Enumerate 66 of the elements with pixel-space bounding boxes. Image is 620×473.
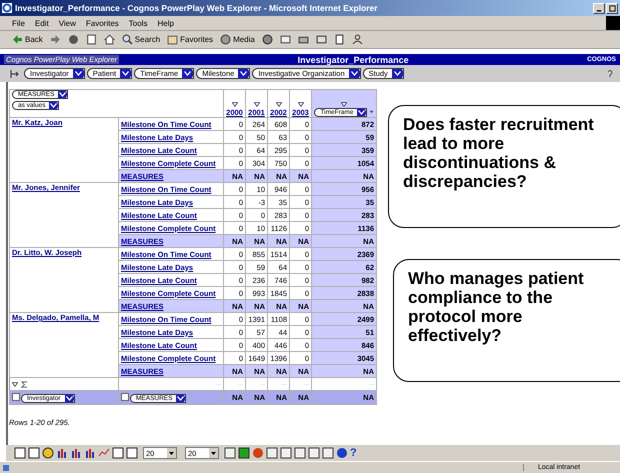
callout: Does faster recruitment lead to more discontinuations & discrepancies? bbox=[388, 105, 620, 228]
toolbar-icon[interactable] bbox=[238, 447, 250, 459]
home-icon bbox=[104, 34, 115, 45]
caret-icon bbox=[358, 110, 366, 115]
filter-icon[interactable] bbox=[276, 102, 282, 107]
back-arrow-icon bbox=[12, 34, 23, 45]
toolbar-icon[interactable] bbox=[280, 447, 292, 459]
menu-item[interactable]: File bbox=[12, 18, 25, 28]
forward-arrow-icon bbox=[50, 34, 61, 45]
caret-icon bbox=[122, 71, 130, 76]
filter-icon[interactable] bbox=[232, 102, 238, 107]
toolbar-button[interactable]: Favorites bbox=[165, 34, 216, 45]
menu-item[interactable]: View bbox=[58, 18, 76, 28]
pie-chart-icon[interactable] bbox=[42, 447, 54, 459]
bar-chart-icon[interactable] bbox=[84, 447, 96, 459]
caret-icon bbox=[184, 71, 192, 76]
caret-icon bbox=[177, 396, 184, 400]
toolbar-icon[interactable] bbox=[266, 447, 278, 459]
toolbar-button[interactable]: Search bbox=[120, 34, 162, 45]
caret-icon bbox=[350, 71, 358, 76]
menu-item[interactable]: Help bbox=[157, 18, 174, 28]
window-title: Investigator_Performance - Cognos PowerPlay Web Explorer - Microsoft Internet Explorer bbox=[15, 3, 379, 13]
minimize-button[interactable] bbox=[593, 2, 605, 14]
help-icon[interactable] bbox=[606, 68, 614, 78]
toolbar-icon[interactable] bbox=[294, 447, 306, 459]
page-icon bbox=[86, 34, 97, 45]
caret-icon bbox=[240, 71, 248, 76]
document-icon bbox=[334, 34, 345, 45]
caret-icon bbox=[167, 448, 176, 458]
menu-item[interactable]: Tools bbox=[128, 18, 148, 28]
toolbar-button[interactable] bbox=[102, 34, 117, 45]
toolbar-button[interactable] bbox=[314, 34, 329, 45]
caret-icon bbox=[209, 448, 218, 458]
caret-icon bbox=[394, 71, 401, 76]
toolbar-button[interactable] bbox=[260, 34, 275, 45]
browser-icon bbox=[2, 3, 12, 13]
toolbar-icon[interactable] bbox=[336, 447, 348, 459]
toolbar-icon[interactable] bbox=[322, 447, 334, 459]
dimension-line-icon bbox=[10, 68, 20, 78]
menu-item[interactable]: Favorites bbox=[86, 18, 119, 28]
person-icon bbox=[352, 34, 363, 45]
collapse-icon[interactable] bbox=[121, 393, 129, 402]
toolbar-button[interactable]: Back bbox=[10, 34, 45, 45]
menu-item[interactable]: Edit bbox=[34, 18, 49, 28]
toolbar-icon[interactable] bbox=[224, 447, 236, 459]
caret-icon bbox=[66, 396, 73, 400]
maximize-icon bbox=[608, 4, 616, 12]
search-icon bbox=[122, 34, 133, 45]
filter-icon[interactable] bbox=[298, 102, 304, 107]
toolbar-button[interactable] bbox=[278, 34, 293, 45]
filter-icon[interactable] bbox=[254, 102, 260, 107]
page-icon bbox=[2, 464, 10, 472]
sum-icon[interactable] bbox=[21, 380, 28, 388]
help-button[interactable]: ? bbox=[350, 447, 357, 459]
bar-chart-icon[interactable] bbox=[70, 447, 82, 459]
collapse-icon[interactable] bbox=[12, 393, 20, 402]
toolbar-button[interactable]: Media bbox=[218, 34, 257, 45]
line-chart-icon[interactable] bbox=[98, 447, 110, 459]
filter-icon[interactable] bbox=[12, 382, 18, 386]
caret-icon bbox=[74, 71, 82, 76]
bar-chart-icon[interactable] bbox=[56, 447, 68, 459]
toolbar-button[interactable] bbox=[296, 34, 311, 45]
toolbar-icon[interactable] bbox=[308, 447, 320, 459]
maximize-button[interactable] bbox=[606, 2, 618, 14]
report-title: Investigator_Performance bbox=[298, 54, 409, 64]
callout: Who manages patient compliance to the protocol more effectively? bbox=[393, 259, 620, 382]
